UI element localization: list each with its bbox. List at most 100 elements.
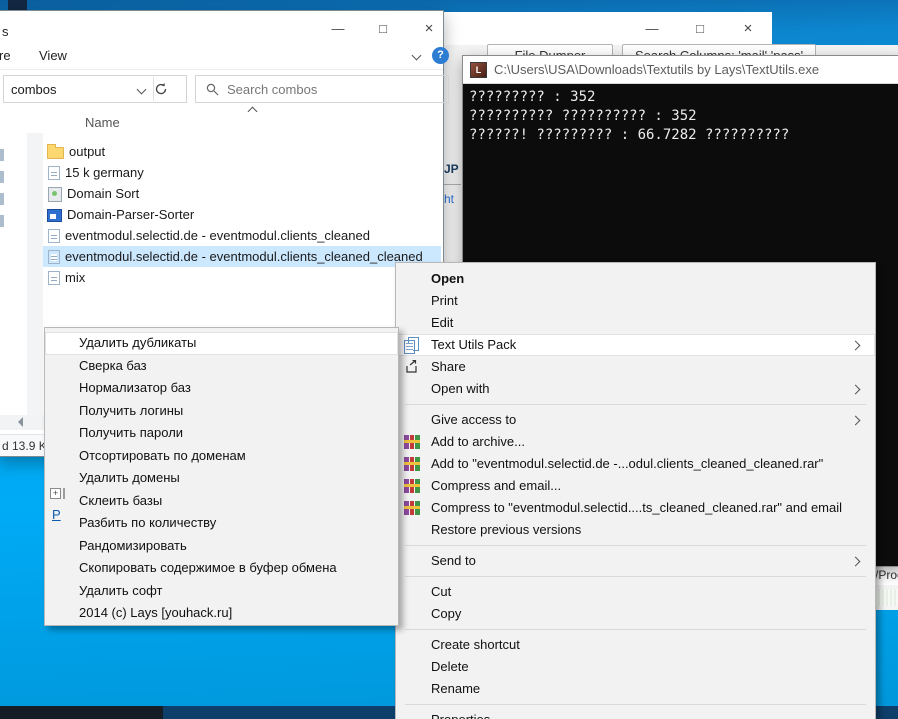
menu-item-share[interactable]: Share (396, 356, 875, 378)
menu-item-cut[interactable]: Cut (396, 581, 875, 603)
desktop: — □ × File Dumper Search Columns: 'mail'… (0, 0, 898, 719)
file-row[interactable]: mix (43, 267, 441, 288)
scroll-left-icon[interactable] (13, 417, 23, 427)
column-header-name[interactable]: Name (85, 115, 120, 130)
menu-item-give-access-to[interactable]: Give access to (396, 409, 875, 431)
menu-item-label: Склеить базы (79, 493, 162, 508)
file-row[interactable]: output (43, 141, 441, 162)
search-icon (206, 83, 219, 96)
submenu-item-remove-soft[interactable]: Удалить софт (45, 580, 398, 603)
submenu-item-remove-domains[interactable]: Удалить домены (45, 467, 398, 490)
link-fragment[interactable]: P (52, 507, 61, 522)
submenu-item-split-by-count[interactable]: Разбить по количеству (45, 512, 398, 535)
menu-item-properties[interactable]: Properties (396, 709, 875, 719)
chevron-down-icon[interactable] (137, 84, 147, 94)
context-menu: Open Print Edit Text Utils Pack Share Op… (395, 262, 876, 719)
menu-item-label: Share (431, 359, 466, 374)
menu-item-label: Сверка баз (79, 358, 147, 373)
submenu-item-copyright[interactable]: 2014 (c) Lays [youhack.ru] (45, 602, 398, 625)
search-placeholder: Search combos (227, 82, 317, 97)
minimize-button[interactable]: — (637, 18, 667, 40)
console-titlebar[interactable]: L C:\Users\USA\Downloads\Textutils by La… (463, 56, 898, 84)
menu-item-label: Отсортировать по доменам (79, 448, 246, 463)
file-row[interactable]: Domain-Parser-Sorter (43, 204, 441, 225)
menu-item-restore-previous-versions[interactable]: Restore previous versions (396, 519, 875, 541)
submenu-item-merge-bases[interactable]: Склеить базы (45, 490, 398, 513)
console-output: ????????? : 352 ?????????? ?????????? : … (463, 84, 898, 145)
sort-ascending-icon[interactable] (248, 107, 258, 117)
menu-item-add-to-named-rar[interactable]: Add to "eventmodul.selectid.de -...odul.… (396, 453, 875, 475)
winrar-icon (404, 456, 420, 472)
menu-item-label: Нормализатор баз (79, 380, 191, 395)
background-link-fragment[interactable]: ht (444, 192, 454, 206)
menu-item-label: Text Utils Pack (431, 337, 516, 352)
menu-item-label: Open (431, 271, 464, 286)
menu-item-rename[interactable]: Rename (396, 678, 875, 700)
menu-item-label: Cut (431, 584, 451, 599)
submenu-arrow-icon (851, 341, 861, 351)
address-bar[interactable]: combos (3, 75, 187, 103)
submenu-item-get-logins[interactable]: Получить логины (45, 400, 398, 423)
submenu-item-randomize[interactable]: Рандомизировать (45, 535, 398, 558)
winrar-icon (404, 478, 420, 494)
menu-item-send-to[interactable]: Send to (396, 550, 875, 572)
menu-item-label: Rename (431, 681, 480, 696)
divider (63, 488, 65, 499)
submenu-arrow-icon (851, 557, 861, 567)
file-name: output (69, 144, 105, 159)
menu-item-compress-to-named-rar-and-email[interactable]: Compress to "eventmodul.selectid....ts_c… (396, 497, 875, 519)
close-button[interactable]: × (414, 18, 444, 40)
maximize-button[interactable]: □ (685, 18, 715, 40)
text-file-icon (48, 250, 60, 264)
submenu-item-copy-to-clipboard[interactable]: Скопировать содержимое в буфер обмена (45, 557, 398, 580)
menu-item-open[interactable]: Open (396, 268, 875, 290)
menu-item-print[interactable]: Print (396, 290, 875, 312)
close-button[interactable]: × (733, 18, 763, 40)
refresh-icon[interactable] (154, 82, 186, 96)
maximize-button[interactable]: □ (368, 18, 398, 40)
text-utils-submenu: Удалить дубликаты Сверка баз Нормализато… (44, 327, 399, 626)
winrar-icon (404, 434, 420, 450)
file-name: Domain-Parser-Sorter (67, 207, 194, 222)
explorer-toolbar: combos Search combos (0, 70, 443, 108)
ribbon-tab-view[interactable]: View (39, 48, 67, 63)
submenu-item-remove-duplicates[interactable]: Удалить дубликаты (45, 332, 398, 355)
submenu-item-normalize-bases[interactable]: Нормализатор баз (45, 377, 398, 400)
background-app-titlebar[interactable]: — □ × (444, 12, 772, 45)
explorer-title-fragment: s (2, 24, 9, 39)
explorer-titlebar[interactable]: s — □ × (0, 11, 443, 43)
submenu-item-get-passwords[interactable]: Получить пароли (45, 422, 398, 445)
menu-item-create-shortcut[interactable]: Create shortcut (396, 634, 875, 656)
address-value[interactable]: combos (4, 82, 138, 97)
menu-separator (396, 400, 875, 409)
menu-item-label: Add to "eventmodul.selectid.de -...odul.… (431, 456, 823, 471)
menu-item-copy[interactable]: Copy (396, 603, 875, 625)
tree-expander-icon[interactable]: + (50, 488, 61, 499)
menu-item-open-with[interactable]: Open with (396, 378, 875, 400)
text-utils-pack-icon (404, 337, 420, 353)
minimize-button[interactable]: — (323, 18, 353, 40)
help-icon[interactable]: ? (432, 47, 449, 64)
menu-item-label: Give access to (431, 412, 516, 427)
menu-item-text-utils-pack[interactable]: Text Utils Pack (396, 334, 875, 356)
ribbon-tab-fragment[interactable]: re (0, 48, 11, 63)
file-row-selected[interactable]: eventmodul.selectid.de - eventmodul.clie… (43, 246, 441, 267)
menu-item-edit[interactable]: Edit (396, 312, 875, 334)
menu-item-label: Copy (431, 606, 461, 621)
desktop-top-fragment (8, 0, 27, 10)
menu-item-label: Restore previous versions (431, 522, 581, 537)
menu-item-label: Add to archive... (431, 434, 525, 449)
console-title: C:\Users\USA\Downloads\Textutils by Lays… (494, 62, 819, 77)
console-line: ?????????? ?????????? : 352 (469, 108, 697, 124)
menu-item-compress-and-email[interactable]: Compress and email... (396, 475, 875, 497)
file-row[interactable]: Domain Sort (43, 183, 441, 204)
chevron-down-icon[interactable] (412, 51, 422, 61)
file-name: Domain Sort (67, 186, 139, 201)
file-row[interactable]: eventmodul.selectid.de - eventmodul.clie… (43, 225, 441, 246)
file-row[interactable]: 15 k germany (43, 162, 441, 183)
submenu-item-compare-bases[interactable]: Сверка баз (45, 355, 398, 378)
menu-item-delete[interactable]: Delete (396, 656, 875, 678)
search-input[interactable]: Search combos (195, 75, 449, 103)
menu-item-add-to-archive[interactable]: Add to archive... (396, 431, 875, 453)
submenu-item-sort-by-domains[interactable]: Отсортировать по доменам (45, 445, 398, 468)
